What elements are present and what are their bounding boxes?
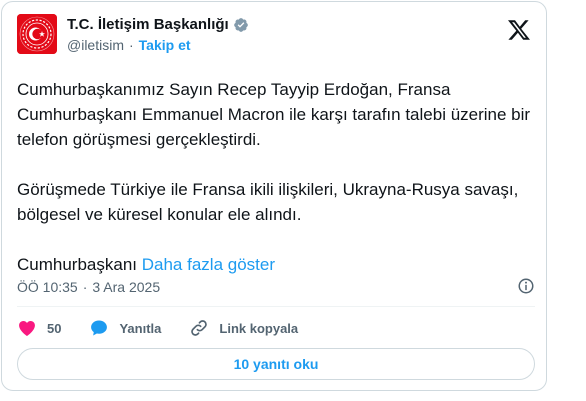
tweet-card: T.C. İletişim Başkanlığı @iletisim · Tak…: [1, 1, 547, 391]
x-logo-icon[interactable]: [507, 18, 531, 42]
tweet-text: Cumhurbaşkanımız Sayın Recep Tayyip Erdo…: [17, 77, 537, 302]
tweet-header: T.C. İletişim Başkanlığı @iletisim · Tak…: [17, 14, 537, 54]
handle[interactable]: @iletisim: [67, 37, 124, 53]
account-names: T.C. İletişim Başkanlığı @iletisim · Tak…: [67, 15, 249, 53]
crescent-star-logo: [17, 14, 57, 54]
avatar[interactable]: [17, 14, 57, 54]
heart-icon: [19, 321, 35, 336]
copy-link-button[interactable]: Link kopyala: [189, 318, 298, 338]
reply-bubble-icon: [91, 320, 108, 336]
reply-label: Yanıtla: [119, 320, 162, 336]
meta-separator: ·: [82, 279, 88, 295]
handle-row: @iletisim · Takip et: [67, 37, 249, 53]
link-icon: [191, 320, 208, 336]
tweet-date[interactable]: 3 Ara 2025: [92, 279, 160, 295]
show-more-link[interactable]: Daha fazla göster: [142, 255, 275, 274]
display-name-row: T.C. İletişim Başkanlığı: [67, 15, 249, 34]
tweet-time[interactable]: ÖÖ 10:35: [17, 279, 78, 295]
action-bar: 50 Yanıtla Link kopyala: [17, 317, 326, 339]
like-count: 50: [47, 320, 62, 336]
tweet-meta: ÖÖ 10:35 · 3 Ara 2025: [17, 277, 535, 297]
copy-link-label: Link kopyala: [219, 320, 299, 336]
tweet-paragraph-3: Cumhurbaşkanı Daha fazla göster: [17, 252, 537, 277]
reply-button[interactable]: Yanıtla: [89, 318, 161, 338]
display-name[interactable]: T.C. İletişim Başkanlığı: [67, 16, 229, 33]
read-replies-button[interactable]: 10 yanıtı oku: [17, 348, 535, 380]
info-icon[interactable]: [517, 277, 535, 295]
divider: [17, 306, 535, 307]
like-button[interactable]: 50: [17, 318, 61, 338]
separator-dot: ·: [129, 37, 134, 53]
follow-button[interactable]: Takip et: [139, 37, 191, 53]
tweet-paragraph-1: Cumhurbaşkanımız Sayın Recep Tayyip Erdo…: [17, 80, 531, 149]
tweet-paragraph-2: Görüşmede Türkiye ile Fransa ikili ilişk…: [17, 180, 519, 224]
truncated-text: Cumhurbaşkanı: [17, 255, 138, 274]
verified-badge-icon: [233, 17, 248, 32]
